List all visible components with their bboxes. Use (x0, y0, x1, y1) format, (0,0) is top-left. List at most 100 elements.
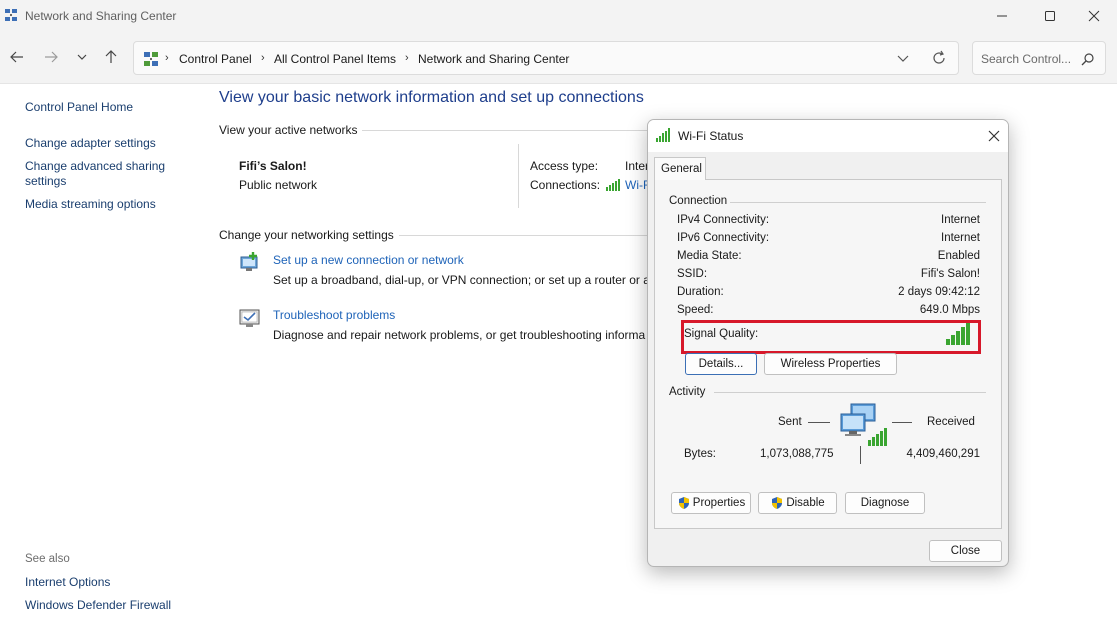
ipv4-label: IPv4 Connectivity: (677, 214, 770, 226)
windows-defender-firewall-link[interactable]: Windows Defender Firewall (25, 598, 171, 613)
window-title: Network and Sharing Center (25, 9, 177, 23)
signal-quality-label: Signal Quality: (684, 328, 759, 340)
speed-label: Speed: (677, 304, 714, 316)
signal-bar (951, 335, 955, 345)
maximize-button[interactable] (1027, 0, 1073, 32)
signal-bar (956, 331, 960, 345)
up-button[interactable] (100, 46, 122, 68)
connections-label: Connections: (530, 178, 601, 192)
ipv4-value: Internet (941, 214, 980, 226)
disable-button-label: Disable (786, 497, 825, 509)
shield-icon (678, 497, 689, 509)
advanced-sharing-line-2: settings (25, 174, 67, 188)
wifi-status-dialog: Wi-Fi Status General Connection IPv4 Con… (647, 119, 1009, 567)
shield-icon (772, 497, 783, 509)
network-category: Public network (239, 178, 318, 192)
minimize-button[interactable] (979, 0, 1025, 32)
dialog-close-button[interactable] (982, 124, 1006, 148)
vertical-divider (518, 144, 519, 208)
minimize-icon (997, 15, 1007, 17)
close-window-button[interactable] (1071, 0, 1117, 32)
back-button[interactable] (6, 46, 28, 68)
group-divider (730, 202, 986, 203)
section-divider (362, 130, 652, 131)
group-divider (714, 392, 986, 393)
received-label: Received (927, 416, 975, 428)
bytes-sent-value: 1,073,088,775 (760, 448, 834, 460)
speed-value: 649.0 Mbps (919, 304, 980, 316)
close-icon (988, 130, 1000, 142)
ipv6-label: IPv6 Connectivity: (677, 232, 770, 244)
sent-label: Sent (778, 416, 802, 428)
network-computers-icon (840, 403, 887, 446)
search-box[interactable]: Search Control... (972, 41, 1106, 75)
change-adapter-settings-link[interactable]: Change adapter settings (25, 136, 156, 151)
change-advanced-sharing-link[interactable]: Change advanced sharing settings (25, 159, 165, 189)
breadcrumb-separator-icon: › (165, 52, 169, 64)
setup-connection-link[interactable]: Set up a new connection or network (273, 253, 464, 267)
forward-button[interactable] (40, 46, 62, 68)
arrow-up-icon (105, 50, 117, 63)
properties-button-label: Properties (692, 497, 746, 509)
breadcrumb-all-items[interactable]: All Control Panel Items (274, 52, 396, 66)
breadcrumb-network-center[interactable]: Network and Sharing Center (418, 52, 569, 66)
new-connection-icon (240, 252, 258, 271)
window-titlebar: Network and Sharing Center (0, 0, 1117, 32)
ipv6-value: Internet (941, 232, 980, 244)
breadcrumb-separator-icon: › (405, 52, 409, 64)
duration-value: 2 days 09:42:12 (898, 286, 980, 298)
bytes-received-value: 4,409,460,291 (906, 448, 980, 460)
section-divider (399, 235, 651, 236)
breadcrumb-separator-icon: › (261, 52, 265, 64)
signal-bar (966, 323, 970, 345)
wireless-properties-button[interactable]: Wireless Properties (764, 353, 897, 375)
details-button[interactable]: Details... (685, 353, 757, 375)
wifi-signal-icon (606, 179, 620, 191)
arrow-left-icon (10, 51, 23, 63)
ssid-label: SSID: (677, 268, 708, 280)
tab-general[interactable]: General (654, 157, 706, 180)
signal-strength-icon (946, 323, 970, 345)
page-title: View your basic network information and … (219, 89, 644, 106)
change-settings-heading: Change your networking settings (219, 228, 394, 242)
control-panel-home-link[interactable]: Control Panel Home (25, 100, 133, 115)
connection-group-label: Connection (669, 195, 728, 207)
arrow-right-icon (45, 51, 58, 63)
received-line (892, 422, 912, 423)
breadcrumb-control-panel[interactable]: Control Panel (179, 52, 252, 66)
diagnose-button[interactable]: Diagnose (845, 492, 925, 514)
media-state-label: Media State: (677, 250, 742, 262)
see-also-heading: See also (25, 553, 70, 565)
troubleshoot-icon (239, 309, 260, 327)
network-center-icon (5, 9, 17, 21)
search-icon (1081, 53, 1094, 66)
internet-options-link[interactable]: Internet Options (25, 575, 110, 590)
bytes-divider (860, 446, 861, 464)
access-type-label: Access type: (530, 159, 599, 173)
refresh-icon[interactable] (931, 50, 947, 66)
recent-locations-button[interactable] (71, 46, 93, 68)
signal-bar (946, 339, 950, 345)
search-placeholder: Search Control... (981, 52, 1072, 66)
troubleshoot-problems-link[interactable]: Troubleshoot problems (273, 308, 395, 322)
signal-bar (961, 327, 965, 345)
dialog-titlebar: Wi-Fi Status (648, 120, 1008, 152)
control-panel-icon (144, 52, 158, 66)
address-bar[interactable]: › Control Panel › All Control Panel Item… (133, 41, 959, 75)
wifi-signal-icon (656, 128, 670, 142)
maximize-icon (1045, 11, 1055, 21)
troubleshoot-description: Diagnose and repair network problems, or… (273, 328, 646, 342)
navigation-bar: › Control Panel › All Control Panel Item… (0, 32, 1117, 84)
media-state-value: Enabled (937, 250, 980, 262)
duration-label: Duration: (677, 286, 724, 298)
access-type-value: Inter (625, 159, 650, 173)
setup-connection-description: Set up a broadband, dial-up, or VPN conn… (273, 273, 656, 287)
bytes-label: Bytes: (684, 448, 716, 460)
properties-button[interactable]: Properties (671, 492, 751, 514)
media-streaming-options-link[interactable]: Media streaming options (25, 197, 156, 212)
address-dropdown-icon[interactable] (894, 52, 912, 66)
close-button[interactable]: Close (929, 540, 1002, 562)
disable-button[interactable]: Disable (758, 492, 837, 514)
advanced-sharing-line-1: Change advanced sharing (25, 159, 166, 173)
sent-line (808, 422, 830, 423)
